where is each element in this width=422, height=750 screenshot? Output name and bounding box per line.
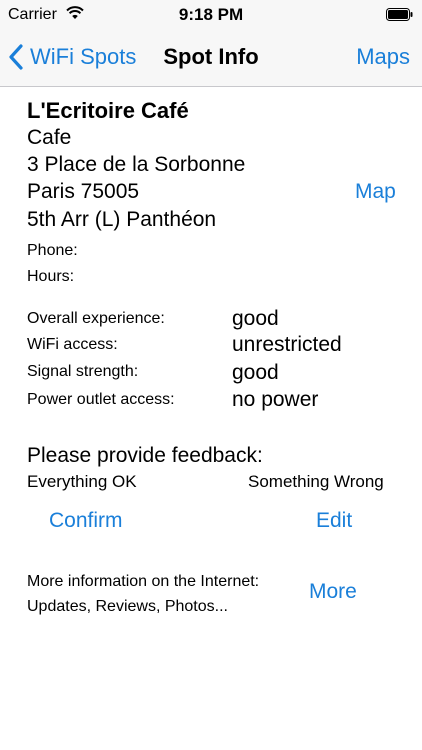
- navigation-bar: WiFi Spots Spot Info Maps: [0, 30, 422, 87]
- spot-name: L'Ecritoire Café: [27, 98, 189, 123]
- map-link[interactable]: Map: [355, 180, 396, 204]
- rating-label-overall: Overall experience:: [27, 310, 165, 327]
- rating-value-overall: good: [232, 307, 279, 330]
- feedback-title: Please provide feedback:: [27, 444, 263, 467]
- spot-street: 3 Place de la Sorbonne: [27, 153, 246, 176]
- edit-button[interactable]: Edit: [316, 509, 352, 533]
- chevron-left-icon: [9, 44, 23, 70]
- more-info-line2: Updates, Reviews, Photos...: [27, 598, 228, 615]
- option-everything-ok[interactable]: Everything OK: [27, 472, 137, 492]
- rating-value-power: no power: [232, 388, 319, 411]
- status-bar: Carrier 9:18 PM: [0, 0, 422, 30]
- more-button[interactable]: More: [309, 580, 357, 604]
- phone-label: Phone:: [27, 242, 78, 259]
- rating-label-power: Power outlet access:: [27, 391, 175, 408]
- rating-value-wifi: unrestricted: [232, 333, 342, 356]
- rating-label-signal: Signal strength:: [27, 363, 139, 380]
- more-info-line1: More information on the Internet:: [27, 573, 260, 590]
- back-button[interactable]: WiFi Spots: [8, 42, 136, 72]
- clock: 9:18 PM: [178, 5, 244, 24]
- spot-info-screen: Carrier 9:18 PM WiFi Spots Spot Info Map…: [0, 0, 422, 750]
- option-something-wrong[interactable]: Something Wrong: [248, 472, 384, 492]
- confirm-button[interactable]: Confirm: [49, 509, 123, 533]
- rating-label-wifi: WiFi access:: [27, 336, 118, 353]
- maps-button[interactable]: Maps: [356, 44, 410, 70]
- spot-type: Cafe: [27, 126, 72, 149]
- rating-value-signal: good: [232, 361, 279, 384]
- spot-district: 5th Arr (L) Panthéon: [27, 208, 217, 231]
- back-button-label: WiFi Spots: [30, 44, 137, 69]
- spot-city: Paris 75005: [27, 180, 140, 203]
- hours-label: Hours:: [27, 268, 75, 285]
- battery-icon: [386, 8, 413, 21]
